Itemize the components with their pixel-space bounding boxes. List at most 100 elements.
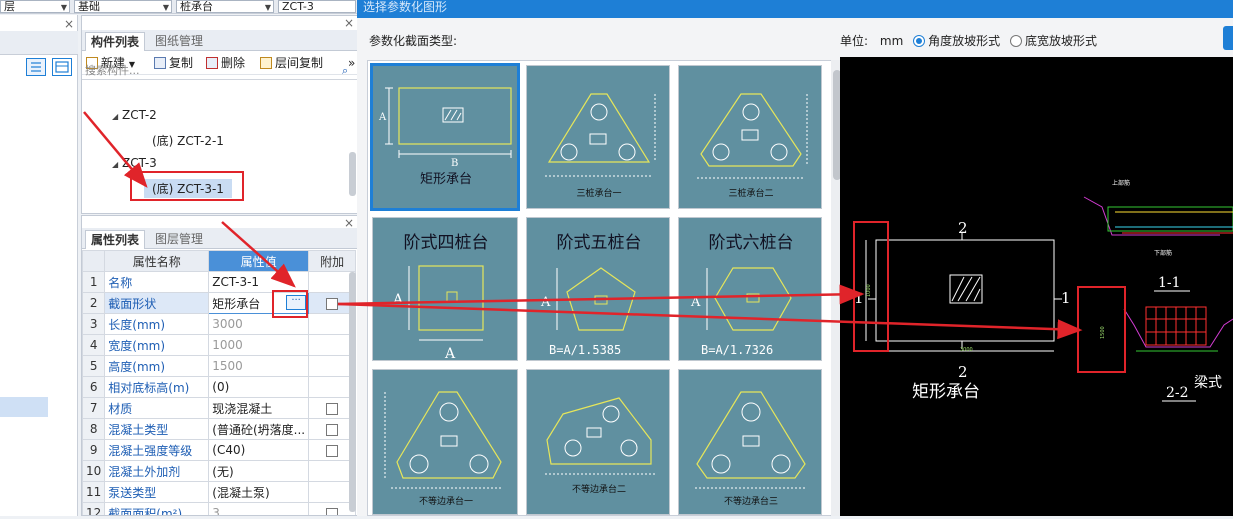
table-row[interactable]: 6 相对底标高(m) (0): [82, 376, 357, 398]
table-row[interactable]: 8 混凝土类型 (普通砼(坍落度...: [82, 418, 357, 440]
property-value[interactable]: 3: [208, 502, 310, 515]
row-number: 7: [82, 397, 106, 419]
close-icon[interactable]: ×: [64, 17, 74, 31]
property-value[interactable]: 1000: [208, 334, 310, 356]
type-combo[interactable]: 基础 ▼: [74, 0, 172, 13]
search-icon[interactable]: ⌕: [342, 64, 348, 78]
table-row[interactable]: 9 混凝土强度等级 (C40): [82, 439, 357, 461]
tile-three-pile-2[interactable]: 三桩承台二: [678, 65, 822, 209]
svg-text:A: A: [444, 346, 456, 362]
properties-tabs: 属性列表 图层管理: [82, 228, 357, 249]
row-number: 3: [82, 313, 106, 335]
scrollbar-thumb[interactable]: [349, 152, 356, 196]
svg-text:A: A: [392, 292, 404, 308]
scrollbar-thumb[interactable]: [349, 272, 356, 512]
category-combo[interactable]: 桩承台 ▼: [176, 0, 274, 13]
table-row[interactable]: 12 截面面积(m²) 3: [82, 502, 357, 515]
parametric-dialog: 选择参数化图形 参数化截面类型: 单位: mm 角度放坡形式 底宽放坡形式 B …: [357, 0, 1233, 516]
highlight-height-dim: [1077, 286, 1126, 373]
row-number: 1: [82, 271, 106, 293]
step-five-drawing: A B=A/1.5385: [540, 267, 636, 357]
property-value[interactable]: (无): [208, 460, 310, 482]
tile-label: 不等边承台二: [571, 485, 626, 495]
tile-uneven-3[interactable]: 不等边承台三: [678, 369, 822, 515]
floor-combo[interactable]: 层 ▼: [0, 0, 70, 13]
unit-label: 单位:: [840, 34, 869, 48]
tree-item-zct2-1[interactable]: (底) ZCT-2-1: [152, 132, 224, 149]
property-value[interactable]: (普通砼(坍落度...: [208, 418, 310, 440]
property-name: 宽度(mm): [104, 334, 210, 356]
svg-text:矩形承台: 矩形承台: [912, 382, 980, 402]
tree-item-zct3[interactable]: ◢ ZCT-3: [112, 156, 157, 170]
list-view-icon[interactable]: [26, 58, 46, 76]
tile-three-pile-1[interactable]: 三桩承台一: [526, 65, 670, 209]
table-row[interactable]: 11 泵送类型 (混凝土泵): [82, 481, 357, 503]
table-row[interactable]: 3 长度(mm) 3000: [82, 313, 357, 335]
table-row[interactable]: 5 高度(mm) 1500: [82, 355, 357, 377]
table-row[interactable]: 10 混凝土外加剂 (无): [82, 460, 357, 482]
tile-uneven-2[interactable]: 不等边承台二: [526, 369, 670, 515]
tab-component-list[interactable]: 构件列表: [85, 32, 146, 51]
radio-width[interactable]: 底宽放坡形式: [1009, 34, 1097, 48]
row-number: 8: [82, 418, 106, 440]
svg-text:上部筋: 上部筋: [1112, 179, 1130, 187]
step-four-drawing: A A: [392, 265, 484, 362]
extra-checkbox[interactable]: [326, 402, 339, 415]
tile-label: 三桩承台二: [728, 189, 774, 199]
extra-checkbox[interactable]: [326, 423, 339, 436]
top-toolbar: 层 ▼ 基础 ▼ 桩承台 ▼ ZCT-3: [0, 0, 360, 14]
tile-uneven-1[interactable]: 不等边承台一: [372, 369, 518, 515]
property-value[interactable]: (0): [208, 376, 310, 398]
unit-value: mm: [879, 34, 904, 48]
tile-label: 不等边承台一: [418, 497, 473, 507]
svg-text:3000: 3000: [960, 347, 973, 353]
property-name: 长度(mm): [104, 313, 210, 335]
tile-rect-cap[interactable]: B A 矩形承台: [370, 63, 520, 211]
svg-text:B=A/1.7326: B=A/1.7326: [701, 343, 773, 357]
chevron-down-icon: ▼: [60, 3, 67, 12]
chevron-down-icon: ▼: [162, 3, 169, 12]
properties-table: 属性名称 属性值 附加 1 名称 ZCT-3-1 2 截面形状 矩形承台 ··· 3 长度(mm…: [82, 250, 357, 515]
tree-item-zct2[interactable]: ◢ ZCT-2: [112, 108, 157, 122]
table-row[interactable]: 2 截面形状 矩形承台 ···: [82, 292, 357, 314]
extra-checkbox[interactable]: [326, 507, 339, 515]
cad-preview: 2 2 1 1 3000 1000 矩形承台 上部筋 下部筋 1-1 梁式 2-…: [840, 57, 1233, 516]
property-value[interactable]: 现浇混凝土: [208, 397, 310, 419]
row-number: 2: [82, 292, 106, 314]
close-icon[interactable]: ×: [344, 16, 354, 30]
table-row[interactable]: 1 名称 ZCT-3-1: [82, 271, 357, 293]
search-input[interactable]: 搜索构件...: [82, 62, 357, 80]
extra-checkbox[interactable]: [326, 444, 339, 457]
extra-checkbox[interactable]: [326, 297, 339, 310]
table-row[interactable]: 7 材质 现浇混凝土: [82, 397, 357, 419]
ok-button[interactable]: [1223, 26, 1233, 50]
tile-label: 矩形承台: [419, 172, 472, 187]
row-number: 6: [82, 376, 106, 398]
table-header: 属性名称 属性值 附加: [82, 250, 357, 272]
tile-step-four[interactable]: 阶式四桩台 A A: [372, 217, 518, 362]
nav-selected-item[interactable]: [0, 397, 48, 417]
tab-drawing-manage[interactable]: 图纸管理: [150, 32, 208, 51]
tile-label: 三桩承台一: [576, 189, 622, 199]
table-row[interactable]: 4 宽度(mm) 1000: [82, 334, 357, 356]
grid-view-icon[interactable]: [52, 58, 72, 76]
highlight-tree-item: [130, 171, 244, 201]
radio-angle[interactable]: 角度放坡形式: [913, 34, 1000, 48]
svg-text:2: 2: [958, 363, 968, 381]
row-number: 10: [82, 460, 106, 482]
property-value[interactable]: 1500: [208, 355, 310, 377]
rect-cap-drawing: B A: [378, 87, 512, 169]
property-name: 高度(mm): [104, 355, 210, 377]
tab-property-list[interactable]: 属性列表: [85, 230, 146, 249]
property-name: 相对底标高(m): [104, 376, 210, 398]
property-value[interactable]: (混凝土泵): [208, 481, 310, 503]
tab-layer-manage[interactable]: 图层管理: [150, 230, 208, 249]
highlight-width-dim: [853, 221, 889, 352]
tile-step-six[interactable]: 阶式六桩台 A B=A/1.7326: [678, 217, 822, 361]
row-number: 5: [82, 355, 106, 377]
svg-text:A: A: [690, 295, 701, 310]
property-value[interactable]: (C40): [208, 439, 310, 461]
tile-step-five[interactable]: 阶式五桩台 A B=A/1.5385: [526, 217, 670, 361]
property-name: 截面形状: [104, 292, 210, 314]
component-combo[interactable]: ZCT-3: [278, 0, 356, 13]
